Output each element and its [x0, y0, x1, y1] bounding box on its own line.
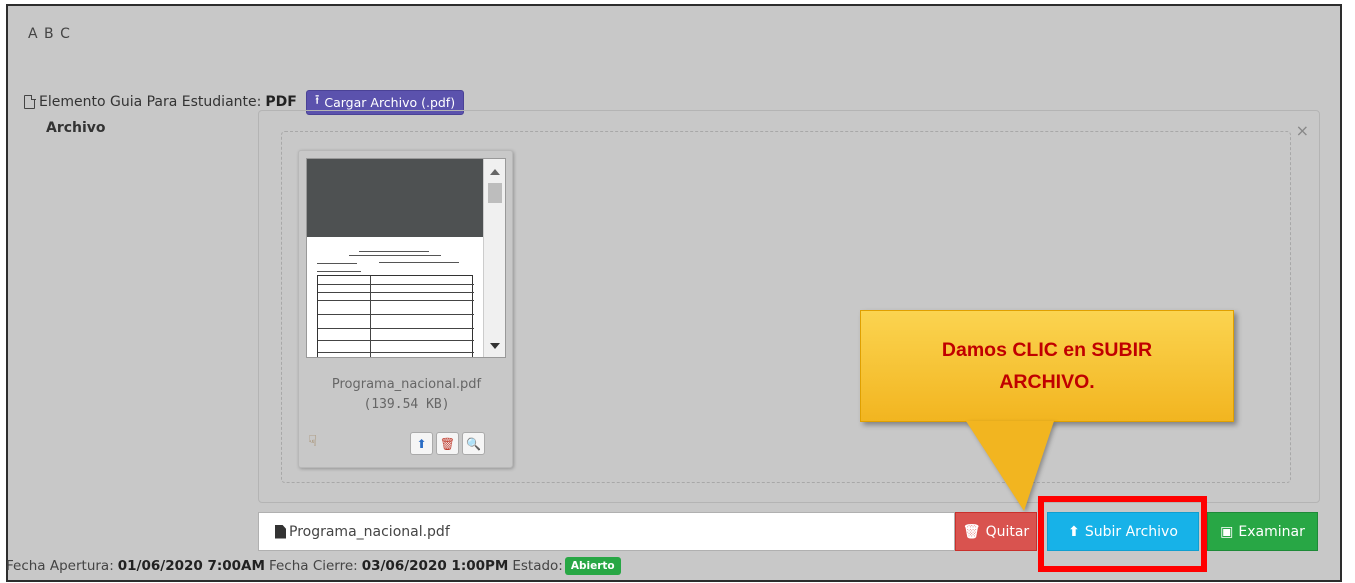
remove-button-label: Quitar: [985, 523, 1030, 540]
guide-type: PDF: [265, 94, 297, 110]
instruction-callout: Damos CLIC en SUBIR ARCHIVO.: [860, 310, 1234, 422]
zoom-icon[interactable]: 🔍: [462, 432, 485, 455]
apertura-label: Fecha Apertura:: [6, 558, 114, 574]
estado-label: Estado:: [512, 558, 563, 574]
doc-row: [318, 328, 474, 329]
pdf-viewer-toolbar-area: [307, 159, 483, 237]
cierre-value: 03/06/2020 1:00PM: [361, 558, 509, 574]
pdf-scrollbar[interactable]: [483, 159, 505, 357]
archivo-label: Archivo: [46, 120, 106, 136]
doc-row: [318, 340, 474, 341]
doc-row: [318, 314, 474, 315]
doc-line: [317, 271, 361, 272]
doc-row: [318, 284, 474, 285]
footer-info: Fecha Apertura: 01/06/2020 7:00AM Fecha …: [6, 557, 621, 575]
cierre-label: Fecha Cierre:: [268, 558, 358, 574]
callout-text: Damos CLIC en SUBIR ARCHIVO.: [941, 339, 1153, 393]
highlight-box: [1038, 496, 1207, 572]
thumbnail-file-size: (139.54 KB): [363, 397, 450, 412]
file-icon: [275, 524, 286, 539]
remove-button[interactable]: 🗑 Quitar: [955, 512, 1037, 551]
doc-line: [349, 255, 441, 256]
section-heading: A B C: [28, 26, 71, 42]
guide-label: Elemento Guia Para Estudiante:: [39, 94, 262, 110]
close-icon[interactable]: ×: [1296, 121, 1309, 140]
file-name-value: Programa_nacional.pdf: [289, 523, 450, 540]
file-preview-area: × Programa_nacional.pdf (139.54 KB) ☟ ⬆ …: [258, 110, 1320, 503]
doc-line: [379, 262, 459, 263]
doc-col: [370, 276, 371, 357]
pdf-preview[interactable]: [306, 158, 506, 358]
trash-icon: 🗑: [962, 523, 981, 540]
file-name-field[interactable]: Programa_nacional.pdf: [258, 512, 955, 551]
scroll-down-arrow-icon[interactable]: [490, 343, 500, 349]
pdf-page: [313, 245, 477, 357]
thumbnail-actions: ⬆ 🗑 🔍: [410, 432, 485, 455]
browse-button[interactable]: ▣ Examinar: [1207, 512, 1318, 551]
browse-button-label: Examinar: [1238, 523, 1305, 540]
scroll-up-arrow-icon[interactable]: [490, 169, 500, 175]
inbox-icon: ▣: [1220, 523, 1234, 540]
pdf-file-icon: [24, 94, 36, 109]
upload-file-icon[interactable]: ⬆: [410, 432, 433, 455]
doc-line: [317, 263, 357, 264]
status-badge: Abierto: [564, 557, 621, 575]
doc-row: [318, 292, 474, 293]
thumbnail-file-name: Programa_nacional.pdf: [331, 377, 482, 392]
scroll-thumb[interactable]: [488, 183, 502, 203]
trash-icon[interactable]: 🗑: [436, 432, 459, 455]
doc-row: [318, 300, 474, 301]
doc-row: [318, 352, 474, 353]
doc-table: [317, 275, 474, 357]
upload-pdf-button-label: Cargar Archivo (.pdf): [324, 94, 456, 110]
apertura-value: 01/06/2020 7:00AM: [117, 558, 265, 574]
file-thumbnail: Programa_nacional.pdf (139.54 KB) ☟ ⬆ 🗑 …: [298, 150, 513, 468]
doc-line: [359, 251, 429, 252]
drop-zone[interactable]: Programa_nacional.pdf (139.54 KB) ☟ ⬆ 🗑 …: [281, 131, 1291, 483]
drag-handle-icon[interactable]: ☟: [308, 432, 317, 450]
